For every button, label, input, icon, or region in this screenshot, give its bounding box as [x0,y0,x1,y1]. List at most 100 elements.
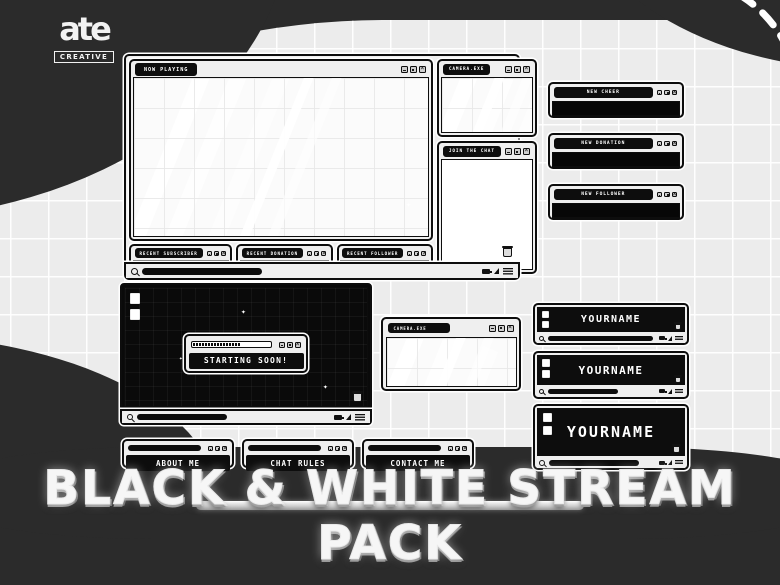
close-icon[interactable] [294,340,301,349]
search-icon[interactable] [539,335,544,341]
starting-soon-dialog-titlebar[interactable] [189,339,304,351]
chat-titlebar[interactable]: JOIN THE CHAT [441,145,533,158]
banner-small[interactable]: YOURNAME [533,303,689,345]
minimize-icon[interactable] [656,140,662,147]
close-icon[interactable] [522,146,530,155]
minimize-icon[interactable] [328,445,333,451]
alert-titlebar[interactable]: NEW FOLLOWER [552,188,680,201]
now-playing-window[interactable]: NOW PLAYING [129,59,433,241]
file-icon[interactable] [130,309,140,320]
trash-icon[interactable] [672,444,681,453]
hamburger-menu-icon[interactable] [503,267,513,275]
file-icon[interactable] [130,293,140,304]
recent-donation-window-controls[interactable] [307,249,327,258]
minimize-icon[interactable] [307,250,312,256]
trash-icon[interactable] [674,322,682,330]
search-input[interactable] [548,335,653,341]
maximize-icon[interactable] [513,66,521,73]
starting-soon-taskbar[interactable] [120,409,372,425]
close-icon[interactable] [321,249,326,258]
alert-window-controls[interactable] [656,190,679,199]
desktop-icons[interactable] [130,293,140,320]
camera-small-window-controls[interactable] [488,323,515,332]
trash-icon[interactable] [502,246,513,257]
about-me-window-controls[interactable] [208,444,228,453]
close-icon[interactable] [671,190,677,199]
camera-window[interactable]: CAMERA.EXE [436,59,537,137]
alert-new-cheer[interactable]: NEW CHEER [548,82,684,118]
maximize-icon[interactable] [513,148,521,155]
recent-follower-titlebar[interactable]: RECENT FOLLOWER [340,247,429,259]
main-taskbar[interactable] [124,262,520,280]
contact-me-titlebar[interactable] [366,443,470,453]
trash-icon[interactable] [352,391,363,402]
recent-donation-titlebar[interactable]: RECENT DONATION [240,247,329,259]
minimize-icon[interactable] [407,250,413,256]
starting-soon-window[interactable]: ✦ ✦ ✦ STARTING SOON! [120,283,372,411]
minimize-icon[interactable] [488,324,496,332]
alert-titlebar[interactable]: NEW CHEER [552,86,680,99]
recent-subscriber-window-controls[interactable] [206,249,227,258]
search-input[interactable] [137,414,227,420]
maximize-icon[interactable] [215,445,220,451]
dialog-window-controls[interactable] [278,340,302,349]
maximize-icon[interactable] [664,140,670,147]
about-me-titlebar[interactable] [126,443,230,453]
minimize-icon[interactable] [656,191,662,198]
close-icon[interactable] [421,249,427,258]
maximize-icon[interactable] [664,89,670,96]
hamburger-menu-icon[interactable] [675,388,683,394]
alert-titlebar[interactable]: NEW DONATION [552,137,680,150]
maximize-icon[interactable] [409,66,417,73]
alert-new-follower[interactable]: NEW FOLLOWER [548,184,684,220]
maximize-icon[interactable] [213,250,219,256]
maximize-icon[interactable] [314,250,319,256]
search-icon[interactable] [127,414,133,420]
alert-window-controls[interactable] [656,88,679,97]
close-icon[interactable] [342,444,347,453]
close-icon[interactable] [671,139,677,148]
camera-small-titlebar[interactable]: CAMERA.EXE [386,322,517,335]
close-icon[interactable] [506,323,514,332]
search-input[interactable] [548,388,618,394]
maximize-icon[interactable] [414,250,420,256]
maximize-icon[interactable] [455,445,460,451]
close-icon[interactable] [462,444,467,453]
banner-medium[interactable]: YOURNAME [533,351,689,399]
camera-titlebar[interactable]: CAMERA.EXE [441,63,533,76]
alert-window-controls[interactable] [656,139,679,148]
minimize-icon[interactable] [504,66,512,73]
chat-window[interactable]: JOIN THE CHAT [436,141,537,274]
recent-subscriber-titlebar[interactable]: RECENT SUBSCRIBER [133,247,229,259]
minimize-icon[interactable] [448,445,453,451]
minimize-icon[interactable] [278,341,285,348]
now-playing-window-controls[interactable] [400,64,427,73]
hamburger-menu-icon[interactable] [355,413,365,421]
maximize-icon[interactable] [286,341,293,348]
trash-icon[interactable] [674,375,682,383]
minimize-icon[interactable] [206,250,212,256]
starting-soon-dialog[interactable]: STARTING SOON! [184,334,308,373]
contact-me-window-controls[interactable] [448,444,468,453]
close-icon[interactable] [522,64,530,73]
minimize-icon[interactable] [208,445,213,451]
now-playing-titlebar[interactable]: NOW PLAYING [133,63,429,76]
main-stream-overlay-window[interactable]: NOW PLAYING RECEN [124,54,537,279]
chat-window-controls[interactable] [504,146,531,155]
maximize-icon[interactable] [664,191,670,198]
close-icon[interactable] [222,444,227,453]
camera-window-controls[interactable] [504,64,531,73]
hamburger-menu-icon[interactable] [675,335,683,341]
close-icon[interactable] [671,88,677,97]
search-input[interactable] [142,267,262,275]
chat-rules-titlebar[interactable] [246,443,350,453]
chat-rules-window-controls[interactable] [328,444,348,453]
minimize-icon[interactable] [400,66,408,73]
camera-small-window[interactable]: CAMERA.EXE [381,317,521,391]
minimize-icon[interactable] [656,89,662,96]
close-icon[interactable] [418,64,426,73]
close-icon[interactable] [220,249,226,258]
search-icon[interactable] [131,267,138,275]
maximize-icon[interactable] [497,324,505,332]
maximize-icon[interactable] [335,445,340,451]
